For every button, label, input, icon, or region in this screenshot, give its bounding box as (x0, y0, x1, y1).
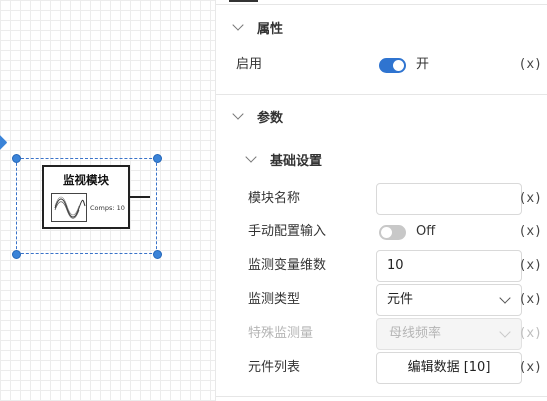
row-module-name: 模块名称 (x) (216, 183, 547, 215)
resize-handle-bottom-left[interactable] (12, 250, 21, 259)
subsection-basic-title: 基础设置 (270, 153, 323, 169)
chevron-down-icon (232, 108, 244, 120)
output-port-line[interactable] (130, 196, 150, 198)
active-tab-indicator (229, 0, 258, 2)
monitor-type-value: 元件 (387, 292, 414, 307)
enable-expression-button[interactable]: (x) (519, 49, 542, 81)
row-enable: 启用 开 (x) (216, 49, 547, 81)
dimension-input[interactable]: 10 (376, 250, 522, 282)
chevron-down-icon (499, 326, 511, 338)
monitor-block[interactable]: 监视模块 Comps: 10 (42, 165, 130, 229)
divider (216, 396, 547, 397)
component-list-expression-button[interactable]: (x) (519, 352, 542, 384)
resize-handle-bottom-right[interactable] (153, 250, 162, 259)
section-parameters-title: 参数 (257, 110, 284, 126)
special-quantity-select: 母线频率 (376, 318, 522, 350)
port-anchor[interactable] (0, 134, 8, 151)
block-comps-label: Comps: 10 (90, 204, 125, 212)
monitor-type-select[interactable]: 元件 (376, 284, 522, 316)
subsection-basic-header[interactable]: 基础设置 (216, 149, 547, 169)
block-title: 监视模块 (63, 173, 109, 187)
manual-input-label: 手动配置输入 (248, 224, 327, 239)
row-manual-input: 手动配置输入 Off (x) (216, 216, 547, 248)
component-list-label: 元件列表 (248, 360, 301, 375)
resize-handle-top-right[interactable] (153, 154, 162, 163)
manual-input-toggle[interactable] (379, 225, 406, 240)
module-name-expression-button[interactable]: (x) (519, 183, 542, 215)
section-attributes-header[interactable]: 属性 (216, 17, 547, 37)
enable-toggle-text: 开 (416, 57, 430, 72)
enable-label: 启用 (236, 57, 263, 72)
row-monitor-type: 监测类型 元件 (x) (216, 284, 547, 316)
monitor-type-label: 监测类型 (248, 292, 301, 307)
dimension-expression-button[interactable]: (x) (519, 250, 542, 282)
diagram-canvas[interactable]: 监视模块 Comps: 10 (0, 0, 215, 401)
special-quantity-label: 特殊监测量 (248, 326, 314, 341)
chevron-down-icon (232, 19, 244, 31)
property-panel: 属性 启用 开 (x) 参数 基础设置 模块名称 (x) 手动配置输入 Off … (215, 0, 547, 401)
section-attributes-title: 属性 (257, 21, 284, 37)
chevron-down-icon (499, 292, 511, 304)
divider (216, 4, 547, 5)
manual-input-toggle-text: Off (416, 224, 436, 239)
chevron-down-icon (245, 151, 257, 163)
special-quantity-expression-button: (x) (518, 326, 542, 341)
edit-data-button[interactable]: 编辑数据 [10] (376, 352, 522, 384)
module-name-input[interactable] (376, 183, 522, 215)
section-parameters-header[interactable]: 参数 (216, 106, 547, 126)
dimension-label: 监测变量维数 (248, 258, 327, 273)
module-name-label: 模块名称 (248, 191, 301, 206)
row-special-quantity: 特殊监测量 母线频率 (x) (216, 318, 547, 350)
row-component-list: 元件列表 编辑数据 [10] (x) (216, 352, 547, 384)
waveform-icon (51, 193, 87, 222)
divider (216, 94, 547, 95)
enable-toggle[interactable] (379, 58, 406, 73)
row-dimension: 监测变量维数 10 (x) (216, 250, 547, 282)
manual-input-expression-button[interactable]: (x) (519, 216, 542, 248)
special-quantity-value: 母线频率 (389, 326, 442, 341)
monitor-type-expression-button[interactable]: (x) (519, 284, 542, 316)
resize-handle-top-left[interactable] (12, 154, 21, 163)
